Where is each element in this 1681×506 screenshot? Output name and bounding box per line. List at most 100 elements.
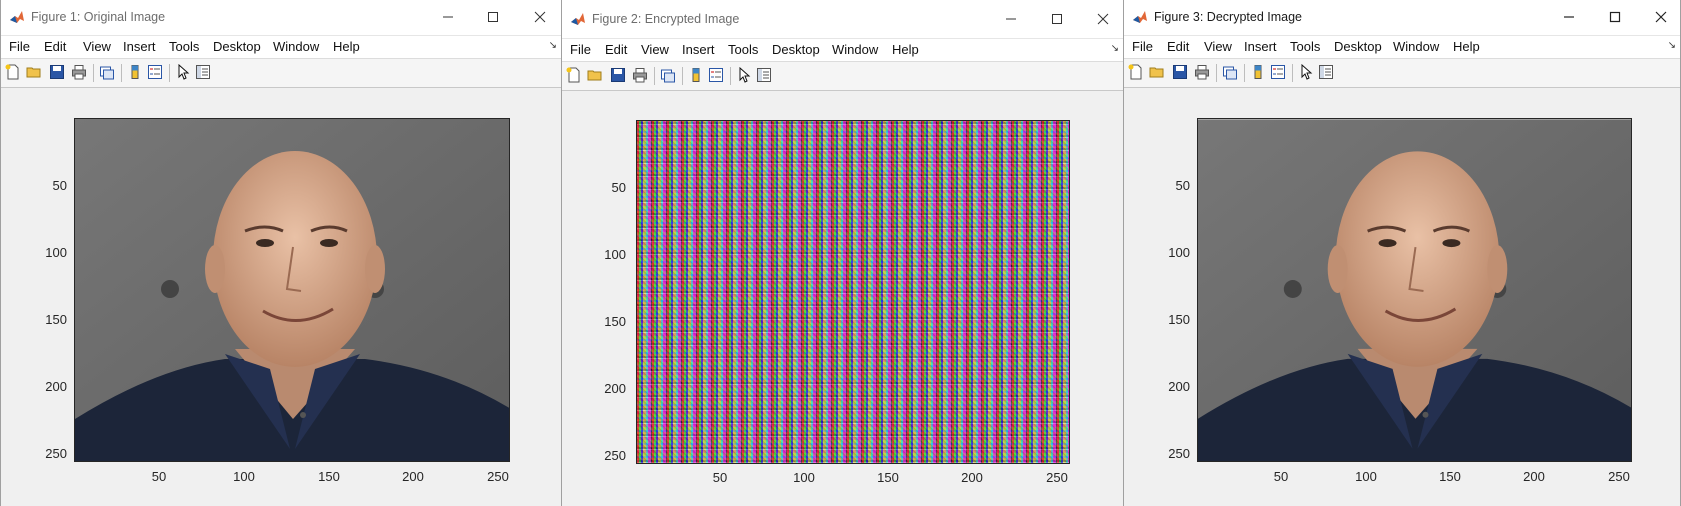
dock-arrow-icon[interactable]: ↘ xyxy=(1668,40,1676,51)
menu-insert[interactable]: Insert xyxy=(1244,39,1277,54)
y-tick-label: 100 xyxy=(604,247,626,262)
menu-view[interactable]: View xyxy=(83,39,111,54)
save-icon[interactable] xyxy=(49,64,65,80)
minimize-button[interactable] xyxy=(433,6,463,28)
menu-insert[interactable]: Insert xyxy=(682,42,715,57)
edit-plot-arrow-icon[interactable] xyxy=(175,64,191,80)
property-inspector-icon[interactable] xyxy=(756,67,772,83)
toolbar-separator xyxy=(169,64,170,82)
menu-help[interactable]: Help xyxy=(333,39,360,54)
dock-arrow-icon[interactable]: ↘ xyxy=(1111,43,1119,54)
new-figure-icon[interactable] xyxy=(5,64,21,80)
print-icon[interactable] xyxy=(71,64,87,80)
y-tick-label: 50 xyxy=(611,180,626,195)
new-figure-icon[interactable] xyxy=(1128,64,1144,80)
open-file-icon[interactable] xyxy=(587,67,603,83)
menu-view[interactable]: View xyxy=(1204,39,1232,54)
insert-colorbar-icon[interactable] xyxy=(688,67,704,83)
image-axes[interactable] xyxy=(74,118,510,462)
minimize-button[interactable] xyxy=(996,8,1026,30)
minimize-icon xyxy=(1006,18,1016,20)
menu-window[interactable]: Window xyxy=(273,39,319,54)
toolbar-separator xyxy=(654,67,655,85)
menu-edit[interactable]: Edit xyxy=(605,42,627,57)
x-tick-label: 150 xyxy=(877,470,899,485)
y-tick-label: 200 xyxy=(45,379,67,394)
close-button[interactable] xyxy=(1646,6,1676,28)
maximize-button[interactable] xyxy=(1042,8,1072,30)
menu-desktop[interactable]: Desktop xyxy=(213,39,261,54)
original-photo xyxy=(75,119,509,461)
close-button[interactable] xyxy=(1088,8,1118,30)
insert-colorbar-icon[interactable] xyxy=(1250,64,1266,80)
figure-window-original: Figure 1: Original Image File Edit View … xyxy=(0,0,562,506)
x-tick-label: 100 xyxy=(233,469,255,484)
x-tick-label: 150 xyxy=(318,469,340,484)
menu-window[interactable]: Window xyxy=(832,42,878,57)
link-plot-icon[interactable] xyxy=(660,67,676,83)
edit-plot-arrow-icon[interactable] xyxy=(1298,64,1314,80)
print-icon[interactable] xyxy=(1194,64,1210,80)
toolbar-separator xyxy=(1216,64,1217,82)
maximize-icon xyxy=(488,12,498,22)
x-tick-label: 250 xyxy=(1046,470,1068,485)
property-inspector-icon[interactable] xyxy=(1318,64,1334,80)
x-tick-label: 50 xyxy=(151,469,167,484)
maximize-button[interactable] xyxy=(1600,6,1630,28)
property-inspector-icon[interactable] xyxy=(195,64,211,80)
figure-toolbar xyxy=(562,61,1123,91)
close-icon xyxy=(1097,13,1109,25)
matlab-logo-icon xyxy=(571,13,585,25)
matlab-logo-icon xyxy=(1133,11,1147,23)
edit-plot-arrow-icon[interactable] xyxy=(736,67,752,83)
y-tick-label: 200 xyxy=(604,381,626,396)
menu-view[interactable]: View xyxy=(641,42,669,57)
menu-help[interactable]: Help xyxy=(1453,39,1480,54)
menu-desktop[interactable]: Desktop xyxy=(1334,39,1382,54)
menu-edit[interactable]: Edit xyxy=(44,39,66,54)
menu-tools[interactable]: Tools xyxy=(169,39,199,54)
title-bar[interactable]: Figure 3: Decrypted Image xyxy=(1124,0,1680,36)
title-bar[interactable]: Figure 2: Encrypted Image xyxy=(562,0,1123,39)
insert-legend-icon[interactable] xyxy=(147,64,163,80)
maximize-button[interactable] xyxy=(478,6,508,28)
new-figure-icon[interactable] xyxy=(566,67,582,83)
x-tick-label: 100 xyxy=(793,470,815,485)
close-icon xyxy=(1655,11,1667,23)
insert-colorbar-icon[interactable] xyxy=(127,64,143,80)
link-plot-icon[interactable] xyxy=(1222,64,1238,80)
image-axes[interactable] xyxy=(636,120,1070,464)
x-tick-label: 50 xyxy=(712,470,728,485)
y-tick-label: 250 xyxy=(1168,446,1190,461)
figure-window-decrypted: Figure 3: Decrypted Image File Edit View… xyxy=(1123,0,1681,506)
image-axes[interactable] xyxy=(1197,118,1632,462)
y-tick-label: 50 xyxy=(52,178,67,193)
menu-help[interactable]: Help xyxy=(892,42,919,57)
minimize-button[interactable] xyxy=(1554,6,1584,28)
menu-file[interactable]: File xyxy=(9,39,30,54)
insert-legend-icon[interactable] xyxy=(708,67,724,83)
title-bar[interactable]: Figure 1: Original Image xyxy=(1,0,561,36)
insert-legend-icon[interactable] xyxy=(1270,64,1286,80)
open-file-icon[interactable] xyxy=(26,64,42,80)
menu-file[interactable]: File xyxy=(1132,39,1153,54)
menu-tools[interactable]: Tools xyxy=(1290,39,1320,54)
save-icon[interactable] xyxy=(1172,64,1188,80)
menu-edit[interactable]: Edit xyxy=(1167,39,1189,54)
menu-insert[interactable]: Insert xyxy=(123,39,156,54)
dock-arrow-icon[interactable]: ↘ xyxy=(549,40,557,51)
maximize-icon xyxy=(1052,14,1062,24)
open-file-icon[interactable] xyxy=(1149,64,1165,80)
y-tick-label: 250 xyxy=(604,448,626,463)
maximize-icon xyxy=(1609,11,1621,23)
menu-tools[interactable]: Tools xyxy=(728,42,758,57)
menu-window[interactable]: Window xyxy=(1393,39,1439,54)
y-tick-label: 200 xyxy=(1168,379,1190,394)
close-button[interactable] xyxy=(525,6,555,28)
print-icon[interactable] xyxy=(632,67,648,83)
link-plot-icon[interactable] xyxy=(99,64,115,80)
save-icon[interactable] xyxy=(610,67,626,83)
x-tick-label: 250 xyxy=(487,469,509,484)
menu-desktop[interactable]: Desktop xyxy=(772,42,820,57)
menu-file[interactable]: File xyxy=(570,42,591,57)
